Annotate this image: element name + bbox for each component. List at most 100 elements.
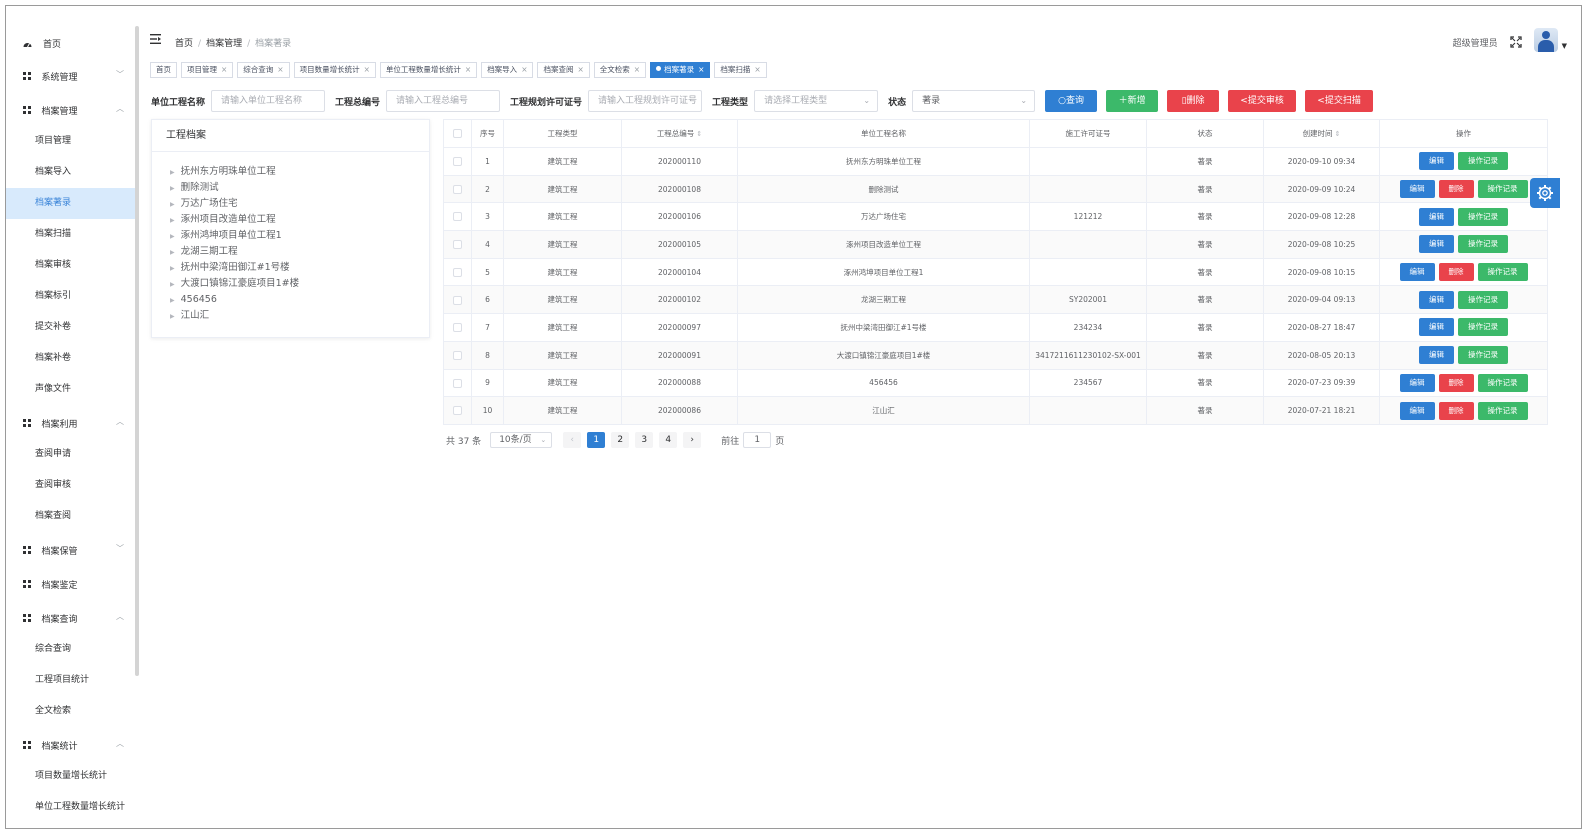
next-page-button[interactable]: › bbox=[683, 432, 702, 448]
log-button[interactable]: 操作记录 bbox=[1477, 401, 1528, 420]
sidebar-item-home[interactable]: 首页 bbox=[6, 28, 138, 58]
sidebar-item[interactable]: 档案导入 bbox=[6, 157, 138, 188]
close-icon[interactable]: × bbox=[577, 65, 583, 74]
page-size-select[interactable]: 10条/页 ⌄ bbox=[490, 432, 553, 448]
sidebar-item[interactable]: 档案查阅 bbox=[6, 501, 138, 532]
table-row[interactable]: 5 建筑工程 202000104 涿州鸿坤项目单位工程1 著录 2020-09-08 10… bbox=[443, 257, 1548, 287]
sidebar-group[interactable]: 档案鉴定 bbox=[6, 568, 138, 600]
edit-button[interactable]: 编辑 bbox=[1419, 152, 1454, 171]
sidebar-item[interactable]: 档案标引 bbox=[6, 281, 138, 312]
sidebar-item[interactable]: 声像文件 bbox=[6, 374, 138, 405]
log-button[interactable]: 操作记录 bbox=[1458, 318, 1508, 337]
tree-node[interactable]: ▶ 龙湖三期工程 bbox=[152, 244, 429, 260]
close-icon[interactable]: × bbox=[364, 65, 370, 74]
tree-node[interactable]: ▶ 大渡口镇锦江豪庭项目1#楼 bbox=[152, 276, 429, 292]
edit-button[interactable]: 编辑 bbox=[1419, 318, 1454, 337]
edit-button[interactable]: 编辑 bbox=[1419, 235, 1454, 254]
table-row[interactable]: 7 建筑工程 202000097 抚州中梁湾田御江#1号楼 234234 著录 2020-0… bbox=[443, 313, 1548, 342]
breadcrumb-home[interactable]: 首页 bbox=[175, 39, 193, 49]
tree-node[interactable]: ▶ 抚州中梁湾田御江#1号楼 bbox=[152, 260, 429, 276]
edit-button[interactable]: 编辑 bbox=[1399, 373, 1435, 392]
table-row[interactable]: 3 建筑工程 202000106 万达广场住宅 121212 著录 2020-09-08 1… bbox=[443, 202, 1548, 232]
tag-item[interactable]: 档案著录 × bbox=[650, 62, 711, 78]
caret-right-icon[interactable]: ▶ bbox=[170, 249, 175, 256]
caret-right-icon[interactable]: ▶ bbox=[170, 297, 175, 304]
tag-item[interactable]: 档案导入 × bbox=[481, 62, 534, 78]
edit-button[interactable]: 编辑 bbox=[1399, 180, 1435, 199]
sidebar-item[interactable]: 项目数量增长统计 bbox=[6, 761, 138, 792]
sidebar-group[interactable]: 档案利用 ︿ bbox=[6, 407, 138, 439]
fullscreen-icon[interactable] bbox=[1509, 36, 1522, 48]
sidebar-item[interactable]: 档案著录 bbox=[6, 188, 138, 219]
close-icon[interactable]: × bbox=[754, 65, 760, 74]
log-button[interactable]: 操作记录 bbox=[1458, 290, 1508, 309]
page-number-button[interactable]: 2 bbox=[611, 432, 630, 448]
close-icon[interactable]: × bbox=[634, 65, 640, 74]
row-select-cell[interactable] bbox=[443, 257, 472, 287]
avatar[interactable] bbox=[1533, 28, 1558, 52]
row-checkbox[interactable] bbox=[453, 350, 462, 360]
row-select-cell[interactable] bbox=[443, 396, 472, 425]
tree-node[interactable]: ▶ 万达广场住宅 bbox=[152, 196, 429, 212]
edit-button[interactable]: 编辑 bbox=[1399, 401, 1435, 420]
caret-right-icon[interactable]: ▶ bbox=[170, 217, 175, 224]
tag-item[interactable]: 项目数量增长统计 × bbox=[293, 62, 376, 78]
log-button[interactable]: 操作记录 bbox=[1477, 263, 1528, 282]
row-select-cell[interactable] bbox=[443, 340, 472, 370]
table-row[interactable]: 8 建筑工程 202000091 大渡口镇锦江豪庭项目1#楼 3417211611230… bbox=[443, 340, 1548, 370]
sidebar-group[interactable]: 档案统计 ︿ bbox=[6, 729, 138, 761]
sidebar-group[interactable]: 档案保管 ﹀ bbox=[6, 534, 138, 566]
sidebar-item[interactable]: 项目管理 bbox=[6, 126, 138, 157]
row-select-cell[interactable] bbox=[443, 230, 472, 259]
col-header-sortable[interactable]: 工程总编号 ⇕ bbox=[621, 119, 738, 148]
tag-item[interactable]: 档案扫描 × bbox=[714, 62, 767, 78]
sidebar-item[interactable]: 单位工程数量增长统计 bbox=[6, 792, 138, 823]
page-number-button[interactable]: 4 bbox=[659, 432, 678, 448]
tag-item[interactable]: 档案查阅 × bbox=[537, 62, 590, 78]
close-icon[interactable]: × bbox=[465, 65, 471, 74]
settings-button[interactable] bbox=[1530, 178, 1560, 208]
hamburger-icon[interactable] bbox=[150, 34, 161, 44]
row-checkbox[interactable] bbox=[453, 240, 462, 250]
row-select-cell[interactable] bbox=[443, 285, 472, 315]
edit-button[interactable]: 编辑 bbox=[1419, 290, 1454, 309]
sidebar-scrollbar[interactable] bbox=[135, 26, 139, 676]
sidebar-group[interactable]: 档案管理 ︿ bbox=[6, 94, 138, 126]
row-delete-button[interactable]: 删除 bbox=[1438, 180, 1474, 199]
tree-node[interactable]: ▶ 涿州项目改造单位工程 bbox=[152, 212, 429, 228]
row-delete-button[interactable]: 删除 bbox=[1438, 373, 1474, 392]
tag-item[interactable]: 项目管理 × bbox=[181, 62, 234, 78]
row-select-cell[interactable] bbox=[443, 368, 472, 398]
log-button[interactable]: 操作记录 bbox=[1458, 235, 1508, 254]
edit-button[interactable]: 编辑 bbox=[1419, 207, 1454, 226]
caret-right-icon[interactable]: ▶ bbox=[170, 233, 175, 240]
add-button[interactable]: ＋新增 bbox=[1106, 90, 1159, 112]
caret-right-icon[interactable]: ▶ bbox=[170, 169, 175, 176]
sidebar-item[interactable]: 工程项目统计 bbox=[6, 665, 138, 696]
close-icon[interactable]: × bbox=[698, 65, 704, 74]
tree-node[interactable]: ▶ 抚州东方明珠单位工程 bbox=[152, 164, 429, 180]
row-checkbox[interactable] bbox=[453, 157, 462, 167]
type-select[interactable]: 请选择工程类型 ⌄ bbox=[754, 90, 879, 112]
tree-node[interactable]: ▶ 江山汇 bbox=[152, 308, 429, 324]
sort-icon[interactable]: ⇕ bbox=[696, 130, 702, 138]
tree-node[interactable]: ▶ 涿州鸿坤项目单位工程1 bbox=[152, 228, 429, 244]
log-button[interactable]: 操作记录 bbox=[1458, 207, 1508, 226]
query-button[interactable]: ○查询 bbox=[1045, 90, 1098, 112]
edit-button[interactable]: 编辑 bbox=[1399, 263, 1435, 282]
row-checkbox[interactable] bbox=[453, 406, 462, 416]
tag-item[interactable]: 全文检索 × bbox=[593, 62, 647, 78]
sort-icon[interactable]: ⇕ bbox=[1335, 130, 1341, 138]
tag-item[interactable]: 首页 bbox=[150, 62, 177, 78]
close-icon[interactable]: × bbox=[277, 65, 283, 74]
close-icon[interactable]: × bbox=[521, 65, 527, 74]
col-header-sortable[interactable]: 创建时间 ⇕ bbox=[1263, 119, 1380, 148]
submit-scan-button[interactable]: <提交扫描 bbox=[1305, 90, 1374, 112]
log-button[interactable]: 操作记录 bbox=[1477, 373, 1528, 392]
sidebar-item[interactable]: 查阅申请 bbox=[6, 439, 138, 470]
log-button[interactable]: 操作记录 bbox=[1458, 346, 1508, 365]
sidebar-item[interactable]: 综合查询 bbox=[6, 634, 138, 665]
table-row[interactable]: 10 建筑工程 202000086 江山汇 著录 2020-07-21 18:21 编辑 删除… bbox=[443, 396, 1548, 425]
log-button[interactable]: 操作记录 bbox=[1477, 180, 1528, 199]
unit-name-input[interactable]: 请输入单位工程名称 bbox=[211, 90, 326, 112]
